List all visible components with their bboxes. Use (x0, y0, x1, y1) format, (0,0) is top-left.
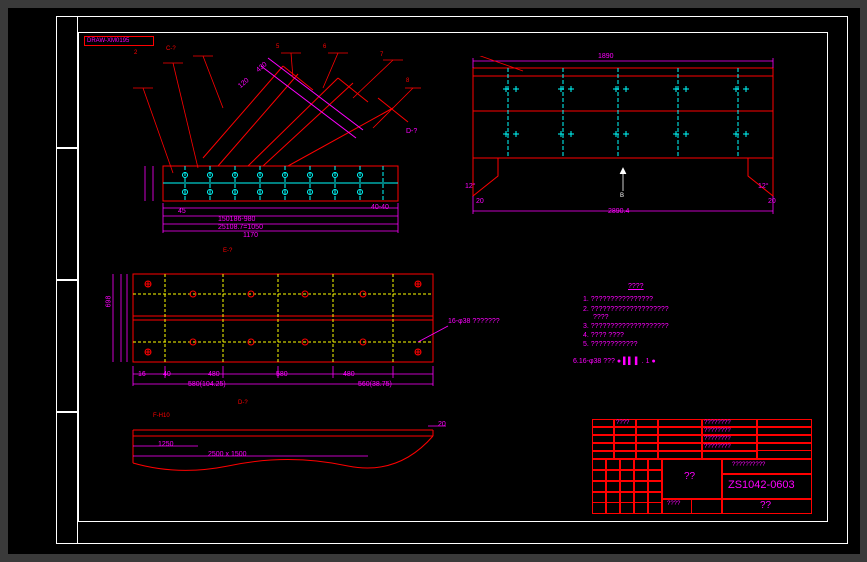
dim-ml-b8: 560(38.75) (358, 381, 392, 388)
notes-heading: ???? (628, 283, 644, 290)
balloon-5: 5 (276, 44, 279, 50)
dim-ml-b2: 16 (138, 371, 146, 378)
tb-r2: ???????? (704, 436, 731, 442)
dim-ml-b4: 480 (208, 371, 220, 378)
dim-ml-b7: 480 (343, 371, 355, 378)
balloon-7: 7 (380, 52, 383, 58)
dim-tl-b4: 1170 (243, 232, 258, 239)
note-1: 1. ???????????????? (583, 296, 653, 303)
view-bottom (118, 418, 448, 488)
callout-ml: 16-φ38 ??????? (448, 318, 500, 325)
dim-tr-off-l: 20 (476, 198, 484, 205)
tb-r0: ???????? (704, 420, 731, 426)
balloon-2: 2 (134, 50, 137, 56)
tb-rh: ?????????? (732, 462, 765, 468)
note-footer: 6.16-φ38 ??? ● ▌▌ ▌ . 1 ● (573, 358, 656, 365)
tb-r1: ???????? (704, 428, 731, 434)
dim-tl-b3: 25108.7=1050 (218, 224, 263, 231)
dim-tr-ang-l: 12° (465, 183, 476, 190)
dim-ml-b3: 40 (163, 371, 171, 378)
dim-tr-top: 1890 (598, 53, 614, 60)
note-5: 5. ???????????? (583, 341, 638, 348)
dim-ml-b5: 580(104.25) (188, 381, 226, 388)
balloon-6: 6 (323, 44, 326, 50)
tb-dwgno: ZS1042-0603 (728, 479, 795, 491)
view-label-tl: E-? (223, 248, 232, 254)
view-label-ml: D-? (238, 400, 248, 406)
section-b-mark: B (620, 193, 624, 199)
dim-tr-bot: 2890.4 (608, 208, 629, 215)
dim-tl-gap: 40-40 (371, 204, 389, 211)
dim-bot-ro: 20 (438, 421, 446, 428)
left-ruler (56, 16, 78, 544)
tb-sf: ???? (616, 420, 629, 426)
note-3: 3. ???????????????????? (583, 323, 669, 330)
dim-tr-ang-r: 12° (758, 183, 769, 190)
dim-bot-span: 2500 x 1500 (208, 451, 247, 458)
dim-bot-lo: 1250 (158, 441, 174, 448)
tb-center: ?? (684, 471, 695, 482)
tb-r3: ???????? (704, 444, 731, 450)
dim-tr-off-r: 20 (768, 198, 776, 205)
note-2b: ???? (593, 314, 609, 321)
note-4: 4. ???? ???? (583, 332, 624, 339)
dim-tl-b1: 45 (178, 208, 186, 215)
balloon-3: C-? (166, 46, 176, 52)
view-top-right (453, 56, 803, 231)
tb-sf4: ???? (667, 501, 680, 507)
revision-stamp: DRAW-XM0195 (84, 36, 154, 46)
dim-ml-b6: 580 (276, 371, 288, 378)
dim-tl-b2: 150186-980 (218, 216, 255, 223)
dim-ml-v1: 698 (105, 296, 112, 308)
balloon-8: 8 (406, 78, 409, 84)
callout-tl-d: D-? (406, 128, 417, 135)
stamp-text: DRAW-XM0195 (87, 38, 129, 44)
note-2: 2. ???????????????????? (583, 306, 669, 313)
cad-viewport[interactable]: DRAW-XM0195 (8, 8, 860, 554)
view-mid-left (103, 266, 453, 406)
view-label-bottom: F-H10 (153, 413, 170, 419)
title-block: ???????? ???????? ???????? ???????? ????… (592, 419, 812, 514)
tb-bottom: ?? (760, 500, 771, 511)
